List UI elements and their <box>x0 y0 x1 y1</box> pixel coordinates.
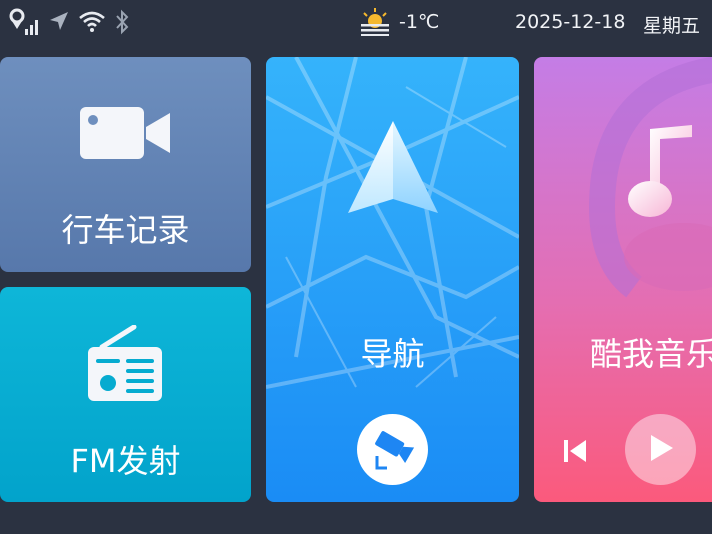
bluetooth-icon <box>114 9 130 39</box>
play-button[interactable] <box>625 414 696 485</box>
previous-track-icon[interactable] <box>562 437 588 469</box>
date-text: 2025-12-18 <box>515 11 626 33</box>
dashcam-button[interactable] <box>357 414 428 485</box>
navigation-tile[interactable]: 导航 <box>266 57 519 502</box>
nav-arrow-icon <box>346 119 440 223</box>
dashcam-tile[interactable]: 行车记录 <box>0 57 251 272</box>
music-tile[interactable]: 酷我音乐 <box>534 57 712 502</box>
wifi-icon <box>78 9 106 37</box>
dashcam-label: 行车记录 <box>61 211 190 249</box>
status-bar: -1℃ 2025-12-18 星期五 <box>0 0 712 46</box>
play-icon <box>647 433 675 467</box>
navigation-arrow-icon <box>47 9 71 37</box>
music-note-icon <box>626 123 698 223</box>
navigation-label: 导航 <box>360 335 425 373</box>
weather-sun-icon <box>358 6 392 40</box>
fm-transmit-tile[interactable]: FM发射 <box>0 287 251 502</box>
weather-temperature: -1℃ <box>399 11 440 33</box>
music-label: 酷我音乐 <box>590 335 712 373</box>
fm-label: FM发射 <box>70 442 181 480</box>
video-camera-icon <box>80 107 172 163</box>
radio-icon <box>86 324 164 407</box>
weekday-text: 星期五 <box>643 15 701 37</box>
location-signal-icon <box>8 7 42 41</box>
dashcam-icon <box>369 426 417 474</box>
